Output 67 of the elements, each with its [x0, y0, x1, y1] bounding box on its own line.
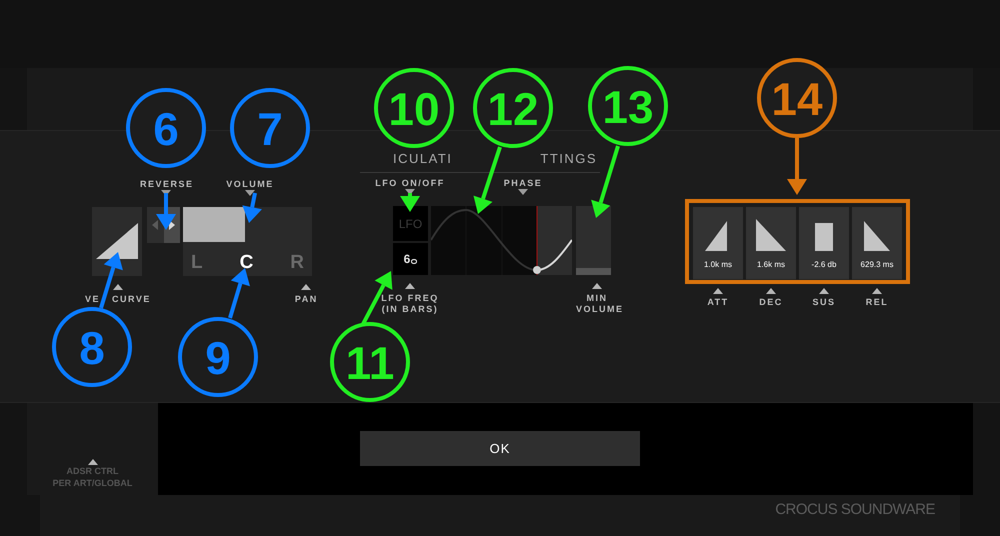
pan-label: R: [290, 252, 304, 274]
caret-icon: [592, 283, 602, 289]
caret-icon: [161, 190, 171, 196]
reverse-label: REVERSE: [140, 179, 192, 190]
left-arrow-icon: [152, 220, 158, 230]
note-icon: [411, 259, 418, 264]
caret-icon: [88, 459, 98, 465]
pan-label: C: [240, 252, 254, 274]
envelope-label: DEC: [758, 297, 784, 308]
pan-label: PAN: [294, 294, 318, 305]
callout-badge: 6: [126, 88, 206, 168]
vel-curve-label: VE: [85, 294, 100, 305]
caret-icon: [872, 288, 882, 294]
envelope-knob[interactable]: 1.6k ms: [746, 207, 796, 281]
lfo-freq-label: LFO FREQ: [380, 293, 440, 304]
adsr-ctrl-label: ADSR CTRL: [66, 466, 118, 477]
caret-icon: [518, 189, 528, 195]
envelope-knob[interactable]: 629.3 ms: [852, 207, 902, 281]
vel-curve-button[interactable]: [92, 207, 142, 276]
envelope-value: -2.6 db: [810, 259, 838, 271]
callout-arrow: [228, 268, 250, 319]
callout-badge: 9: [178, 317, 258, 397]
volume-pan-pad[interactable]: L C R: [183, 207, 312, 276]
caret-icon: [245, 190, 255, 196]
min-volume-label: MIN: [586, 293, 608, 304]
caret-icon: [112, 284, 123, 290]
envelope-value: 1.6k ms: [756, 259, 786, 271]
callout-arrow: [156, 193, 176, 230]
section-title: ICULATI: [393, 151, 452, 168]
callout-arrow: [474, 146, 502, 214]
lfo-on-off-label: LFO ON/OFF: [374, 178, 446, 189]
section-title: TTINGS: [540, 151, 598, 168]
envelope-value: 1.0k ms: [702, 259, 733, 271]
ok-button[interactable]: OK: [360, 431, 640, 466]
caret-icon: [766, 288, 776, 294]
freq-value: 6: [404, 251, 410, 268]
phase-label: PHASE: [503, 178, 543, 189]
callout-arrow: [242, 192, 262, 223]
callout-badge: 11: [330, 322, 410, 402]
callout-badge: 14: [757, 58, 837, 138]
caret-icon: [405, 283, 415, 289]
pan-label: L: [191, 252, 203, 274]
callout-badge: 12: [473, 68, 553, 148]
lfo-freq-field[interactable]: 6: [393, 243, 428, 275]
envelope-label: REL: [864, 297, 890, 308]
envelope-knob[interactable]: -2.6 db: [799, 207, 849, 281]
callout-badge: 8: [52, 307, 132, 387]
caret-icon: [301, 284, 312, 290]
caret-icon: [713, 288, 723, 294]
min-volume-slider[interactable]: [576, 206, 611, 275]
adsr-ctrl-label: PER ART/GLOBAL: [52, 478, 132, 489]
envelope-label: SUS: [811, 297, 836, 308]
callout-badge: 10: [374, 68, 454, 148]
envelope-value: 629.3 ms: [860, 259, 894, 271]
curve-ramp-icon: [96, 223, 138, 259]
caret-icon: [819, 288, 829, 294]
callout-arrow: [400, 193, 420, 212]
callout-arrow: [787, 138, 807, 195]
volume-label: VOLUME: [225, 179, 275, 190]
brand-name: CROCUS SOUNDWARE: [775, 500, 935, 520]
envelope-label: ATT: [706, 297, 730, 308]
reverse-toggle[interactable]: [147, 207, 164, 243]
callout-badge: 13: [588, 66, 668, 146]
vel-curve-label: CURVE: [112, 294, 151, 305]
envelope-knob[interactable]: 1.0k ms: [693, 207, 743, 281]
callout-badge: 7: [230, 88, 310, 168]
lfo-freq-label: (IN BARS): [380, 304, 440, 315]
